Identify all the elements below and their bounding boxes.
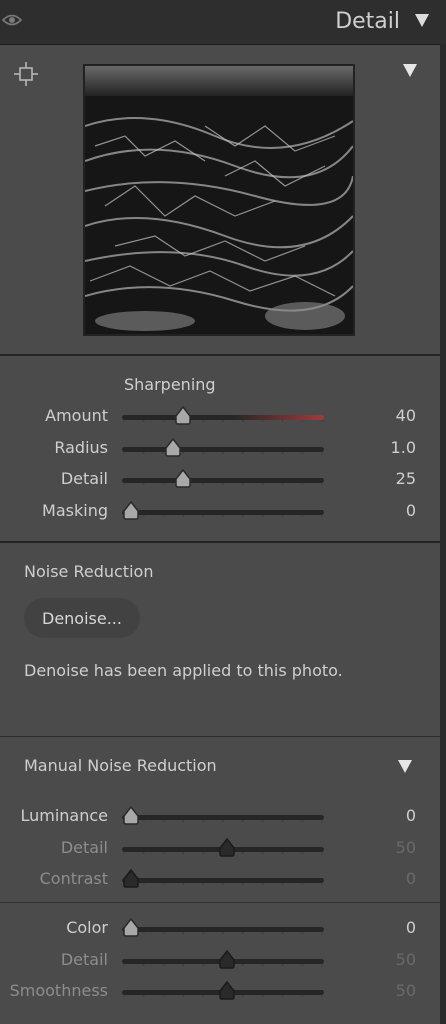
sharpening-radius-ticks xyxy=(122,439,324,454)
sharpening-radius-value[interactable]: 1.0 xyxy=(356,438,416,457)
sharpening-radius-label: Radius xyxy=(54,437,108,457)
color-detail-label: Detail xyxy=(60,949,108,969)
collapse-triangle-icon[interactable] xyxy=(414,12,430,32)
luminance-luminance-ticks xyxy=(122,807,324,822)
color-smoothness-value[interactable]: 50 xyxy=(356,981,416,1000)
target-adjust-icon[interactable] xyxy=(12,60,40,92)
color-smoothness-label: Smoothness xyxy=(9,981,108,1000)
preview-collapse-icon[interactable] xyxy=(402,62,418,82)
denoise-info-text: Denoise has been applied to this photo. xyxy=(24,661,343,680)
luminance-detail-slider-thumb[interactable] xyxy=(217,837,237,862)
panel-title: Detail xyxy=(335,9,400,34)
color-color-slider[interactable] xyxy=(122,927,324,932)
sharpening-masking-label: Masking xyxy=(42,500,108,520)
panel-header[interactable]: Detail xyxy=(0,0,446,45)
eye-icon[interactable] xyxy=(1,12,23,32)
color-detail-value[interactable]: 50 xyxy=(356,950,416,969)
sharpening-detail-ticks xyxy=(122,470,324,485)
sharpening-masking-value[interactable]: 0 xyxy=(356,501,416,520)
sharpening-radius-slider[interactable] xyxy=(122,446,324,452)
sharpening-radius-slider-thumb[interactable] xyxy=(163,437,183,462)
sharpening-detail-label: Detail xyxy=(60,469,108,488)
sharpening-detail-value[interactable]: 25 xyxy=(356,469,416,488)
sharpening-amount-label: Amount xyxy=(45,406,108,425)
luminance-detail-label: Detail xyxy=(60,837,108,857)
detail-preview-image[interactable] xyxy=(83,64,355,336)
color-detail-slider-thumb[interactable] xyxy=(217,949,237,974)
section-divider xyxy=(0,902,440,903)
color-color-ticks xyxy=(122,919,324,934)
sharpening-detail-slider[interactable] xyxy=(122,478,324,483)
denoise-button[interactable]: Denoise... xyxy=(24,598,140,638)
luminance-luminance-label: Luminance xyxy=(20,806,108,825)
color-color-label: Color xyxy=(66,918,108,937)
luminance-luminance-slider-thumb[interactable] xyxy=(121,805,141,830)
panel-scroll-edge xyxy=(440,44,446,1024)
manual-noise-title: Manual Noise Reduction xyxy=(24,756,217,775)
sharpening-title: Sharpening xyxy=(124,375,216,394)
manual-noise-collapse-icon[interactable] xyxy=(397,758,413,778)
color-color-value[interactable]: 0 xyxy=(356,918,416,937)
color-color-slider-thumb[interactable] xyxy=(121,917,141,942)
luminance-contrast-ticks xyxy=(122,870,324,885)
luminance-contrast-value[interactable]: 0 xyxy=(356,869,416,888)
sharpening-amount-slider-thumb[interactable] xyxy=(173,405,193,430)
sharpening-detail-slider-thumb[interactable] xyxy=(173,468,193,493)
luminance-luminance-slider[interactable] xyxy=(122,815,324,820)
sharpening-amount-slider[interactable] xyxy=(122,415,324,420)
luminance-contrast-slider[interactable] xyxy=(122,878,324,883)
color-smoothness-slider-thumb[interactable] xyxy=(217,980,237,1005)
luminance-luminance-value[interactable]: 0 xyxy=(356,806,416,825)
sharpening-masking-slider[interactable] xyxy=(122,509,324,515)
luminance-detail-value[interactable]: 50 xyxy=(356,838,416,857)
luminance-contrast-label: Contrast xyxy=(39,869,108,888)
sharpening-amount-value[interactable]: 40 xyxy=(356,406,416,425)
sharpening-amount-ticks xyxy=(122,407,324,422)
noise-reduction-title: Noise Reduction xyxy=(24,562,154,581)
luminance-contrast-slider-thumb[interactable] xyxy=(121,868,141,893)
sharpening-masking-ticks xyxy=(122,502,324,517)
sharpening-masking-slider-thumb[interactable] xyxy=(121,500,141,525)
